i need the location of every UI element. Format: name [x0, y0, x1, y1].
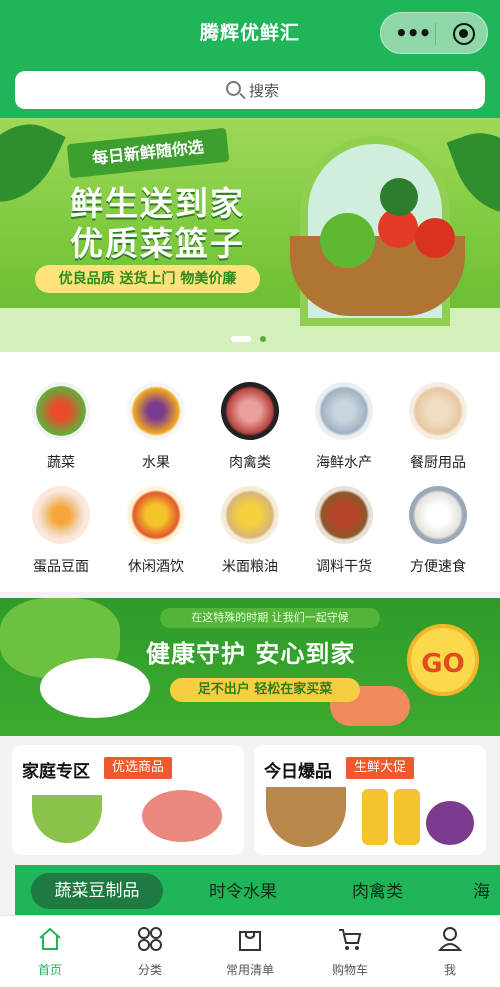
section-tag: 生鲜大促	[346, 757, 415, 779]
close-miniprogram-icon[interactable]	[453, 23, 475, 45]
category-label: 休闲酒饮	[128, 559, 184, 575]
nav-label: 常用清单	[225, 963, 274, 977]
category-label: 餐厨用品	[410, 455, 466, 471]
banner-headline-line1: 鲜生送到家	[70, 184, 245, 223]
search-bar[interactable]: 搜索	[15, 71, 485, 109]
pepper-image	[415, 218, 455, 258]
nav-cart[interactable]: 购物车	[300, 916, 400, 987]
category-drinks[interactable]: 休闲酒饮	[116, 486, 196, 586]
tab-vegetables-tofu[interactable]: 蔬菜豆制品	[31, 873, 163, 909]
shopping-bag-icon	[239, 931, 261, 951]
header: 腾辉优鲜汇 ••• 搜索	[0, 0, 500, 118]
category-label: 海鲜水产	[316, 455, 372, 471]
category-vegetables[interactable]: 蔬菜	[21, 382, 101, 482]
category-fruits[interactable]: 水果	[116, 382, 196, 482]
category-seafood[interactable]: 海鲜水产	[304, 382, 384, 482]
kitchenware-icon	[409, 382, 467, 440]
section-tag: 优选商品	[104, 757, 173, 779]
banner-headline: 鲜生送到家 优质菜篮子	[70, 184, 245, 264]
nav-label: 我	[443, 963, 456, 977]
drinks-icon	[127, 486, 185, 544]
mini-program-capsule: •••	[380, 12, 488, 54]
groceries-image	[426, 801, 474, 845]
category-grain-oil[interactable]: 米面粮油	[210, 486, 290, 586]
section-title: 今日爆品	[264, 762, 332, 782]
nav-category[interactable]: 分类	[100, 916, 200, 987]
more-icon[interactable]: •••	[395, 21, 431, 45]
search-icon	[226, 81, 241, 96]
banner-ribbon: 每日新鲜随你选	[66, 127, 230, 179]
category-label: 蔬菜	[47, 455, 75, 471]
spices-icon	[315, 486, 373, 544]
nav-label: 购物车	[331, 963, 368, 977]
oil-bottle-image	[394, 789, 420, 845]
leaf-decoration	[0, 118, 66, 219]
nav-label: 首页	[37, 963, 62, 977]
category-instant-food[interactable]: 方便速食	[398, 486, 478, 586]
category-eggs[interactable]: 蛋品豆面	[21, 486, 101, 586]
produce-basket-image	[266, 787, 346, 847]
vegetable-basket-image	[32, 795, 102, 843]
search-placeholder: 搜索	[249, 82, 280, 100]
category-spices[interactable]: 调料干货	[304, 486, 384, 586]
category-kitchenware[interactable]: 餐厨用品	[398, 382, 478, 482]
cart-icon	[339, 929, 362, 950]
promo-subtext: 足不出户 轻松在家买菜	[170, 678, 360, 702]
oil-bottle-image	[362, 789, 388, 845]
category-label: 蛋品豆面	[33, 559, 89, 575]
hot-today-card[interactable]: 今日爆品 生鲜大促	[254, 745, 486, 855]
category-label: 水果	[142, 455, 170, 471]
category-meat[interactable]: 肉禽类	[210, 382, 290, 482]
nav-label: 分类	[137, 963, 162, 977]
section-title: 家庭专区	[22, 762, 90, 782]
eggs-icon	[32, 486, 90, 544]
broccoli-image	[380, 178, 418, 216]
leaf-decoration	[446, 118, 500, 228]
nav-home[interactable]: 首页	[0, 916, 100, 987]
tab-seafood[interactable]: 海	[473, 877, 490, 902]
user-icon	[437, 927, 463, 951]
promo-banner[interactable]: 在这特殊的时期 让我们一起守候 健康守护 安心到家 足不出户 轻松在家买菜 GO	[0, 598, 500, 736]
promo-top-text: 在这特殊的时期 让我们一起守候	[160, 608, 380, 628]
carousel-indicator-active	[231, 336, 251, 342]
category-tabs: 蔬菜豆制品 时令水果 肉禽类 海	[15, 865, 500, 915]
grain-oil-icon	[221, 486, 279, 544]
promo-headline: 健康守护 安心到家	[146, 640, 356, 668]
chicken-plate-image	[40, 658, 150, 718]
cabbage-image	[320, 213, 375, 268]
go-button[interactable]: GO	[407, 624, 479, 696]
category-label: 肉禽类	[229, 455, 271, 471]
carousel-indicator	[260, 336, 266, 342]
bottom-nav: 首页 分类 常用清单 购物车 我	[0, 915, 500, 987]
tab-seasonal-fruits[interactable]: 时令水果	[209, 877, 277, 902]
family-zone-card[interactable]: 家庭专区 优选商品	[12, 745, 244, 855]
nav-shopping-list[interactable]: 常用清单	[200, 916, 300, 987]
hero-banner[interactable]: 每日新鲜随你选 鲜生送到家 优质菜篮子 优良品质 送货上门 物美价廉	[0, 118, 500, 352]
home-icon	[39, 927, 61, 950]
category-label: 调料干货	[316, 559, 372, 575]
category-label: 米面粮油	[222, 559, 278, 575]
meat-icon	[221, 382, 279, 440]
category-label: 方便速食	[410, 559, 466, 575]
tab-meat-poultry[interactable]: 肉禽类	[352, 877, 403, 902]
vegetables-icon	[32, 382, 90, 440]
category-icon	[138, 927, 162, 951]
pork-image	[142, 790, 222, 842]
fruits-icon	[127, 382, 185, 440]
category-grid: 蔬菜 水果 肉禽类 海鲜水产 餐厨用品 蛋品豆面 休闲酒饮 米面粮油 调料干货 …	[0, 352, 500, 592]
banner-tagline: 优良品质 送货上门 物美价廉	[35, 265, 260, 293]
instant-food-icon	[409, 486, 467, 544]
nav-me[interactable]: 我	[400, 916, 500, 987]
banner-headline-line2: 优质菜篮子	[70, 224, 245, 263]
seafood-icon	[315, 382, 373, 440]
capsule-divider	[435, 23, 436, 45]
